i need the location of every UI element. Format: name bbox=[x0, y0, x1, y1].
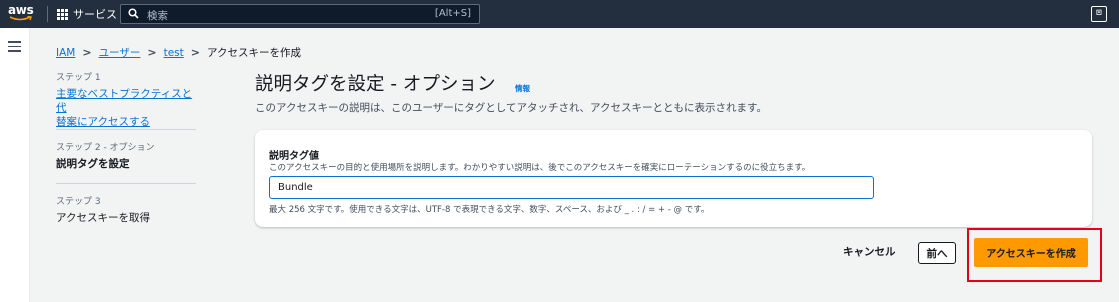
step-1-link[interactable]: 主要なベストプラクティスと代 替案にアクセスする bbox=[56, 87, 196, 129]
aws-logo[interactable]: aws bbox=[8, 3, 38, 25]
search-input[interactable]: 検索 [Alt+S] bbox=[120, 4, 480, 24]
page-title: 説明タグを設定 - オプション bbox=[255, 74, 496, 95]
chevron-right-icon: > bbox=[147, 46, 157, 59]
previous-button[interactable]: 前へ bbox=[918, 242, 956, 264]
field-description: このアクセスキーの目的と使用場所を説明します。わかりやすい説明は、後でこのアクセ… bbox=[269, 163, 811, 173]
step-3: ステップ 3 アクセスキーを取得 bbox=[56, 196, 150, 225]
field-label: 説明タグ値 bbox=[269, 151, 319, 162]
hamburger-menu-icon[interactable] bbox=[8, 41, 21, 55]
description-tag-panel: 説明タグ値 このアクセスキーの目的と使用場所を説明します。わかりやすい説明は、後… bbox=[255, 130, 1092, 227]
field-constraint-text: 最大 256 文字です。使用できる文字は、UTF-8 で表現できる文字、数字、ス… bbox=[269, 205, 710, 215]
cancel-button[interactable]: キャンセル bbox=[843, 244, 896, 259]
step-divider bbox=[56, 129, 196, 130]
cloudshell-icon[interactable]: ⊡ bbox=[1091, 6, 1107, 22]
chevron-right-icon: > bbox=[82, 46, 92, 59]
description-tag-input[interactable] bbox=[269, 176, 874, 199]
chevron-right-icon: > bbox=[190, 46, 200, 59]
step-3-label: ステップ 3 bbox=[56, 197, 101, 207]
step-1-label: ステップ 1 bbox=[56, 73, 101, 83]
aws-logo-text: aws bbox=[8, 3, 34, 17]
grid-icon bbox=[57, 8, 68, 20]
nav-divider bbox=[47, 6, 48, 22]
breadcrumb-users[interactable]: ユーザー bbox=[99, 45, 141, 60]
step-1-title-line-1: 主要なベストプラクティスと代 bbox=[56, 88, 193, 114]
breadcrumb-user-test[interactable]: test bbox=[164, 47, 184, 59]
step-1: ステップ 1 主要なベストプラクティスと代 替案にアクセスする bbox=[56, 72, 196, 129]
step-2-title: 説明タグを設定 bbox=[56, 158, 130, 170]
highlight-box bbox=[967, 228, 1102, 282]
step-2: ステップ 2 - オプション 説明タグを設定 bbox=[56, 142, 155, 171]
step-3-title: アクセスキーを取得 bbox=[56, 212, 150, 224]
side-navigation-rail bbox=[0, 28, 30, 302]
search-placeholder: 検索 bbox=[147, 10, 168, 22]
breadcrumb-current: アクセスキーを作成 bbox=[206, 47, 301, 59]
step-2-label: ステップ 2 - オプション bbox=[56, 143, 155, 153]
breadcrumb-iam[interactable]: IAM bbox=[56, 47, 75, 59]
services-label: サービス bbox=[73, 8, 117, 21]
page-description: このアクセスキーの説明は、このユーザーにタグとしてアタッチされ、アクセスキーとと… bbox=[255, 102, 767, 114]
breadcrumb: IAM > ユーザー > test > アクセスキーを作成 bbox=[56, 45, 301, 60]
search-shortcut-hint: [Alt+S] bbox=[434, 8, 471, 19]
services-menu-button[interactable]: サービス bbox=[57, 0, 117, 28]
step-1-title-line-2: 替案にアクセスする bbox=[56, 116, 150, 128]
info-link[interactable]: 情報 bbox=[515, 83, 530, 94]
search-icon bbox=[128, 8, 139, 19]
aws-smile-icon bbox=[9, 16, 32, 21]
step-divider bbox=[56, 183, 196, 184]
wizard-steps: ステップ 1 主要なベストプラクティスと代 替案にアクセスする ステップ 2 -… bbox=[56, 72, 196, 224]
top-navigation-bar: aws サービス 検索 [Alt+S] ⊡ bbox=[0, 0, 1119, 28]
